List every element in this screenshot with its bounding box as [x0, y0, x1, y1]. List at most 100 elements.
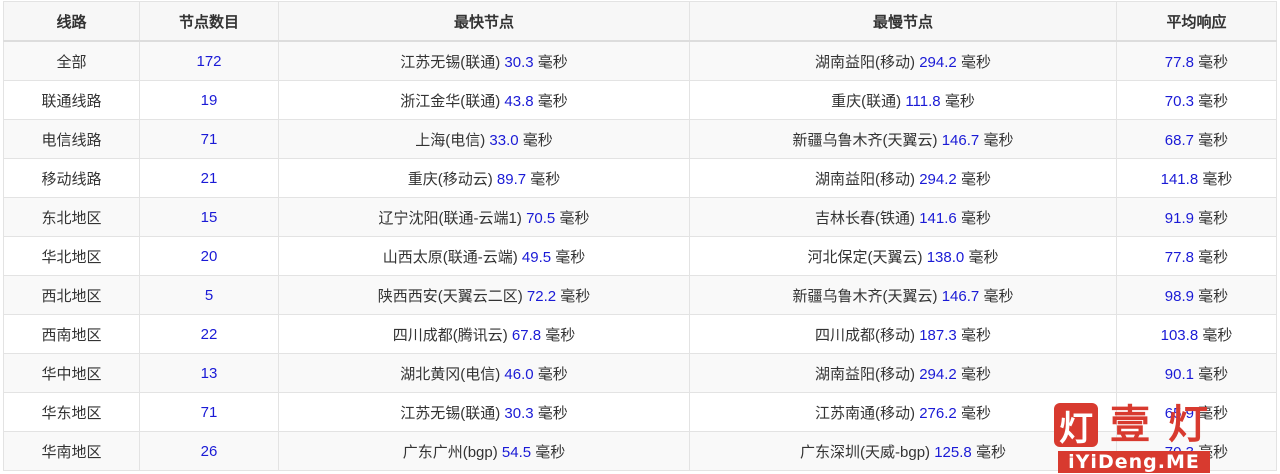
- cell-line: 联通线路: [3, 80, 140, 120]
- line-name: 华中地区: [41, 365, 102, 383]
- unit-label: 毫秒: [960, 53, 991, 71]
- slowest-node-ms: 146.7: [941, 287, 980, 305]
- fastest-node-name: 山西太原(联通-云端): [382, 248, 518, 266]
- cell-fastest-node: 浙江金华(联通) 43.8 毫秒: [278, 80, 690, 120]
- unit-label: 毫秒: [1198, 209, 1229, 227]
- unit-label: 毫秒: [537, 92, 568, 110]
- cell-fastest-node: 湖北黄冈(电信) 46.0 毫秒: [278, 353, 690, 393]
- fastest-node-ms: 30.3: [504, 404, 534, 422]
- slowest-node-ms: 138.0: [926, 248, 965, 266]
- cell-average-response: 77.8 毫秒: [1116, 40, 1277, 81]
- header-slowest-node: 最慢节点: [689, 1, 1117, 42]
- table-header-row: 线路 节点数目 最快节点 最慢节点 平均响应: [3, 1, 1277, 42]
- unit-label: 毫秒: [545, 326, 576, 344]
- average-ms: 77.8: [1164, 53, 1194, 71]
- table-row: 华中地区 13 湖北黄冈(电信) 46.0 毫秒 湖南益阳(移动) 294.2 毫秒 9…: [3, 353, 1277, 393]
- header-line: 线路: [3, 1, 140, 42]
- unit-label: 毫秒: [1202, 326, 1233, 344]
- node-count: 5: [204, 286, 214, 304]
- line-name: 华东地区: [41, 404, 102, 422]
- average-ms: 98.9: [1164, 287, 1194, 305]
- cell-average-response: 77.8 毫秒: [1116, 236, 1277, 276]
- line-name: 西南地区: [41, 326, 102, 344]
- unit-label: 毫秒: [960, 404, 991, 422]
- cell-average-response: 103.8 毫秒: [1116, 314, 1277, 354]
- cell-node-count: 71: [139, 392, 279, 432]
- fastest-node-name: 湖北黄冈(电信): [400, 365, 501, 383]
- line-name: 联通线路: [41, 92, 102, 110]
- cell-node-count: 5: [139, 275, 279, 315]
- node-count: 172: [196, 52, 222, 70]
- cell-average-response: 98.9 毫秒: [1116, 275, 1277, 315]
- cell-average-response: 91.9 毫秒: [1116, 197, 1277, 237]
- unit-label: 毫秒: [968, 248, 999, 266]
- header-average-response: 平均响应: [1116, 1, 1277, 42]
- unit-label: 毫秒: [983, 131, 1014, 149]
- table-row: 西北地区 5 陕西西安(天翼云二区) 72.2 毫秒 新疆乌鲁木齐(天翼云) 146.…: [3, 275, 1277, 315]
- cell-node-count: 19: [139, 80, 279, 120]
- line-name: 西北地区: [41, 287, 102, 305]
- unit-label: 毫秒: [944, 92, 975, 110]
- slowest-node-ms: 141.6: [919, 209, 957, 227]
- cell-line: 电信线路: [3, 119, 140, 159]
- slowest-node-name: 吉林长春(铁通): [815, 209, 916, 227]
- unit-label: 毫秒: [1198, 365, 1229, 383]
- fastest-node-ms: 70.5: [526, 209, 556, 227]
- cell-node-count: 71: [139, 119, 279, 159]
- table-row: 西南地区 22 四川成都(腾讯云) 67.8 毫秒 四川成都(移动) 187.3 毫秒…: [3, 314, 1277, 354]
- fastest-node-ms: 33.0: [489, 131, 519, 149]
- unit-label: 毫秒: [1198, 131, 1229, 149]
- slowest-node-ms: 276.2: [919, 404, 957, 422]
- cell-fastest-node: 四川成都(腾讯云) 67.8 毫秒: [278, 314, 690, 354]
- cell-node-count: 20: [139, 236, 279, 276]
- cell-fastest-node: 辽宁沈阳(联通-云端1) 70.5 毫秒: [278, 197, 690, 237]
- cell-fastest-node: 山西太原(联通-云端) 49.5 毫秒: [278, 236, 690, 276]
- fastest-node-ms: 43.8: [504, 92, 534, 110]
- fastest-node-name: 江苏无锡(联通): [400, 53, 501, 71]
- fastest-node-ms: 67.8: [511, 326, 542, 344]
- table-row: 东北地区 15 辽宁沈阳(联通-云端1) 70.5 毫秒 吉林长春(铁通) 141.6…: [3, 197, 1277, 237]
- cell-slowest-node: 吉林长春(铁通) 141.6 毫秒: [689, 197, 1117, 237]
- node-count: 26: [200, 442, 218, 460]
- fastest-node-name: 上海(电信): [415, 131, 486, 149]
- node-count: 15: [200, 208, 218, 226]
- unit-label: 毫秒: [537, 404, 568, 422]
- node-count: 19: [200, 91, 218, 109]
- fastest-node-name: 四川成都(腾讯云): [392, 326, 508, 344]
- cell-line: 华东地区: [3, 392, 140, 432]
- slowest-node-ms: 294.2: [919, 365, 957, 383]
- cell-fastest-node: 陕西西安(天翼云二区) 72.2 毫秒: [278, 275, 690, 315]
- line-name: 移动线路: [41, 170, 102, 188]
- fastest-node-name: 江苏无锡(联通): [400, 404, 501, 422]
- line-name: 华南地区: [41, 443, 102, 461]
- cell-line: 华中地区: [3, 353, 140, 393]
- slowest-node-name: 新疆乌鲁木齐(天翼云): [792, 131, 938, 149]
- logo-char: 灯: [1168, 402, 1208, 448]
- slowest-node-ms: 187.3: [919, 326, 957, 344]
- average-ms: 68.7: [1164, 131, 1194, 149]
- header-node-count: 节点数目: [139, 1, 279, 42]
- slowest-node-name: 四川成都(移动): [815, 326, 916, 344]
- unit-label: 毫秒: [537, 53, 568, 71]
- cell-average-response: 70.3 毫秒: [1116, 80, 1277, 120]
- cell-line: 西北地区: [3, 275, 140, 315]
- unit-label: 毫秒: [535, 443, 566, 461]
- cell-line: 华北地区: [3, 236, 140, 276]
- unit-label: 毫秒: [560, 287, 591, 305]
- slowest-node-ms: 146.7: [941, 131, 980, 149]
- slowest-node-name: 广东深圳(天威-bgp): [800, 443, 931, 461]
- fastest-node-name: 辽宁沈阳(联通-云端1): [378, 209, 522, 227]
- fastest-node-name: 陕西西安(天翼云二区): [377, 287, 523, 305]
- cell-node-count: 21: [139, 158, 279, 198]
- cell-average-response: 90.1 毫秒: [1116, 353, 1277, 393]
- logo-char: 壹: [1110, 402, 1150, 448]
- table-row: 全部 172 江苏无锡(联通) 30.3 毫秒 湖南益阳(移动) 294.2 毫秒 77…: [3, 40, 1277, 81]
- cell-line: 华南地区: [3, 431, 140, 471]
- fastest-node-ms: 46.0: [504, 365, 534, 383]
- cell-slowest-node: 湖南益阳(移动) 294.2 毫秒: [689, 158, 1117, 198]
- slowest-node-ms: 111.8: [905, 92, 941, 110]
- unit-label: 毫秒: [983, 287, 1014, 305]
- watermark-logo: 灯 壹 灯 iYiDeng.ME: [1018, 401, 1250, 473]
- slowest-node-name: 湖南益阳(移动): [815, 365, 916, 383]
- slowest-node-name: 新疆乌鲁木齐(天翼云): [792, 287, 938, 305]
